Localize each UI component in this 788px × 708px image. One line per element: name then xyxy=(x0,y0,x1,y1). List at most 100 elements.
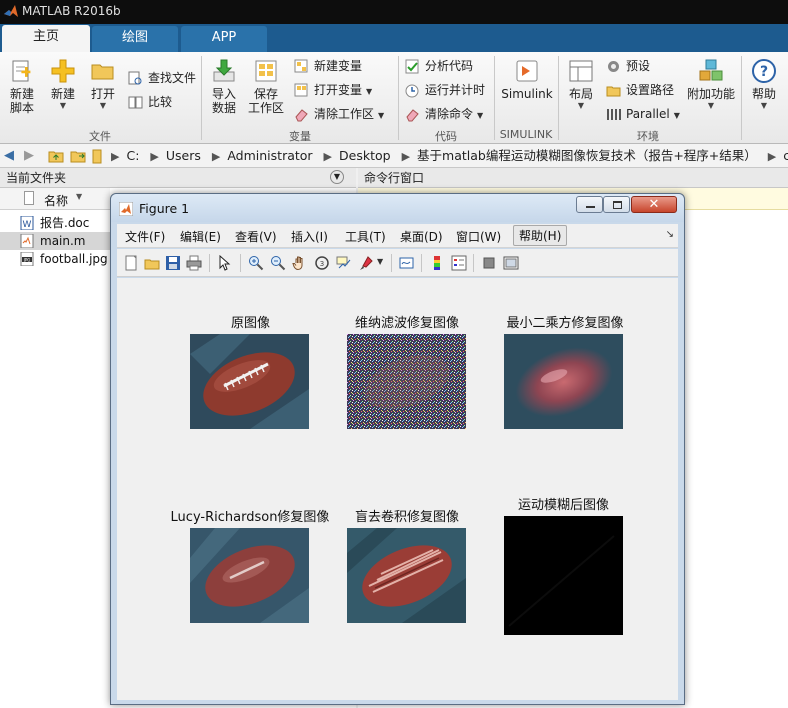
analyze-code-button[interactable]: 分析代码 xyxy=(405,56,473,76)
new-script-button[interactable]: 新建 脚本 xyxy=(4,58,40,115)
addons-button[interactable]: 附加功能 ▼ xyxy=(686,58,736,111)
pan-hand-icon[interactable] xyxy=(292,255,308,271)
subplot-title-wiener: 维纳滤波修复图像 xyxy=(354,316,459,331)
minimize-button[interactable] xyxy=(576,196,603,213)
breadcrumb-item[interactable]: Desktop xyxy=(339,148,391,163)
toolbar-separator xyxy=(240,254,241,272)
menu-window[interactable]: 窗口(W) xyxy=(456,228,501,245)
new-figure-icon[interactable] xyxy=(123,255,139,271)
app-title: MATLAB R2016b xyxy=(22,4,121,18)
print-icon[interactable] xyxy=(186,255,202,271)
dock-arrow-icon[interactable]: ↘ xyxy=(666,229,674,240)
open-variable-dropdown-icon: ▼ xyxy=(366,87,373,96)
figure-menubar: 文件(F) 编辑(E) 查看(V) 插入(I) 工具(T) 桌面(D) 窗口(W… xyxy=(117,224,678,248)
pointer-icon[interactable] xyxy=(217,255,233,271)
breadcrumb-item[interactable]: C: xyxy=(126,148,139,163)
save-ws-label-2: 工作区 xyxy=(247,101,284,115)
layout-label: 布局 xyxy=(568,87,593,101)
open-file-icon[interactable] xyxy=(144,255,160,271)
clear-workspace-button[interactable]: 清除工作区 ▼ xyxy=(294,104,384,124)
back-arrow-icon[interactable]: ◀ xyxy=(4,148,14,164)
preferences-label: 预设 xyxy=(626,59,651,73)
compare-button[interactable]: 比较 xyxy=(128,92,172,112)
simulink-icon xyxy=(516,60,538,82)
path-folder-icon xyxy=(92,149,102,164)
toolbar-separator xyxy=(421,254,422,272)
help-label: 帮助 xyxy=(751,87,776,101)
breadcrumb-item[interactable]: Users xyxy=(166,148,201,163)
breadcrumb: ▶ C: ▶ Users ▶ Administrator ▶ Desktop ▶ 基于ma… xyxy=(108,144,788,168)
m-file-icon xyxy=(20,234,34,248)
parallel-button[interactable]: Parallel ▼ xyxy=(606,104,680,124)
figure-canvas[interactable]: 原图像 维纳滤波修复图像 最小二乘方修复图像 Lucy-Richardson修复… xyxy=(117,278,678,700)
minimize-icon xyxy=(586,206,595,208)
link-plot-icon[interactable] xyxy=(399,255,415,271)
file-item[interactable]: W 报告.doc xyxy=(0,214,110,232)
find-files-label: 查找文件 xyxy=(148,71,197,85)
tab-plots[interactable]: 绘图 xyxy=(92,26,178,52)
clear-workspace-dropdown-icon: ▼ xyxy=(378,111,385,120)
brush-icon[interactable] xyxy=(358,255,374,271)
maximize-button[interactable] xyxy=(603,196,630,213)
data-cursor-icon[interactable] xyxy=(336,255,352,271)
show-plot-tools-icon[interactable] xyxy=(503,255,519,271)
browse-folder-icon[interactable] xyxy=(70,148,86,164)
menu-edit[interactable]: 编辑(E) xyxy=(180,228,221,245)
open-variable-button[interactable]: 打开变量 ▼ xyxy=(294,80,372,100)
brush-dropdown-icon[interactable]: ▼ xyxy=(377,257,383,266)
file-header-icon xyxy=(24,191,34,205)
save-workspace-button[interactable]: 保存 工作区 xyxy=(246,58,286,115)
breadcrumb-item[interactable]: Administrator xyxy=(227,148,312,163)
rotate-3d-icon[interactable]: 3 xyxy=(314,255,330,271)
menu-insert[interactable]: 插入(I) xyxy=(291,228,328,245)
set-path-button[interactable]: 设置路径 xyxy=(606,80,674,100)
clear-commands-button[interactable]: 清除命令 ▼ xyxy=(405,104,483,124)
command-window-title: 命令行窗口 xyxy=(364,171,425,185)
zoom-out-icon[interactable] xyxy=(270,255,286,271)
file-item[interactable]: JPG football.jpg xyxy=(0,250,110,268)
sort-arrow-icon[interactable]: ▼ xyxy=(76,192,82,201)
import-icon xyxy=(213,59,235,82)
hide-plot-tools-icon[interactable] xyxy=(481,255,497,271)
legend-icon[interactable] xyxy=(451,255,467,271)
new-script-label-1: 新建 xyxy=(9,87,34,101)
help-button[interactable]: ? 帮助 ▼ xyxy=(746,58,782,111)
name-column-header[interactable]: 名称 xyxy=(44,192,68,209)
analyze-code-label: 分析代码 xyxy=(425,59,474,73)
plus-icon xyxy=(51,59,75,83)
simulink-button[interactable]: Simulink xyxy=(500,58,554,101)
menu-view[interactable]: 查看(V) xyxy=(235,228,277,245)
panel-menu-icon[interactable]: ▼ xyxy=(330,170,344,184)
new-variable-button[interactable]: 新建变量 xyxy=(294,56,362,76)
menu-desktop[interactable]: 桌面(D) xyxy=(400,228,443,245)
menu-file[interactable]: 文件(F) xyxy=(125,228,165,245)
zoom-in-icon[interactable] xyxy=(248,255,264,271)
menu-help[interactable]: 帮助(H) xyxy=(513,225,568,246)
run-and-time-button[interactable]: 运行并计时 xyxy=(405,80,485,100)
gear-icon xyxy=(608,61,619,72)
figure-titlebar[interactable]: Figure 1 ✕ xyxy=(111,194,684,222)
new-button[interactable]: 新建 ▼ xyxy=(46,58,80,111)
menu-tools[interactable]: 工具(T) xyxy=(345,228,386,245)
tab-home[interactable]: 主页 xyxy=(2,25,90,52)
close-button[interactable]: ✕ xyxy=(631,196,677,213)
subplot-title-least-squares: 最小二乘方修复图像 xyxy=(506,316,624,331)
wiener-restored-image xyxy=(347,334,466,429)
breadcrumb-item[interactable]: 基于matlab编程运动模糊图像恢复技术（报告+程序+结果） xyxy=(417,148,757,163)
import-data-button[interactable]: 导入 数据 xyxy=(206,58,242,115)
colorbar-icon[interactable] xyxy=(429,255,445,271)
ribbon: 新建 脚本 新建 ▼ 打开 ▼ 查找文件 比较 文件 导入 数据 保存 工作区 … xyxy=(0,52,788,144)
up-folder-icon[interactable] xyxy=(48,148,64,164)
layout-button[interactable]: 布局 ▼ xyxy=(564,58,598,111)
group-label-file: 文件 xyxy=(89,130,111,143)
layout-dropdown-icon: ▼ xyxy=(577,101,585,110)
open-button[interactable]: 打开 ▼ xyxy=(86,58,120,111)
find-files-button[interactable]: 查找文件 xyxy=(128,68,196,88)
maximize-icon xyxy=(613,201,622,209)
preferences-button[interactable]: 预设 xyxy=(606,56,650,76)
breadcrumb-item[interactable]: code xyxy=(783,148,788,163)
save-icon[interactable] xyxy=(165,255,181,271)
forward-arrow-icon[interactable]: ▶ xyxy=(24,148,34,164)
tab-apps[interactable]: APP xyxy=(181,26,267,52)
file-item-selected[interactable]: main.m xyxy=(0,232,110,250)
